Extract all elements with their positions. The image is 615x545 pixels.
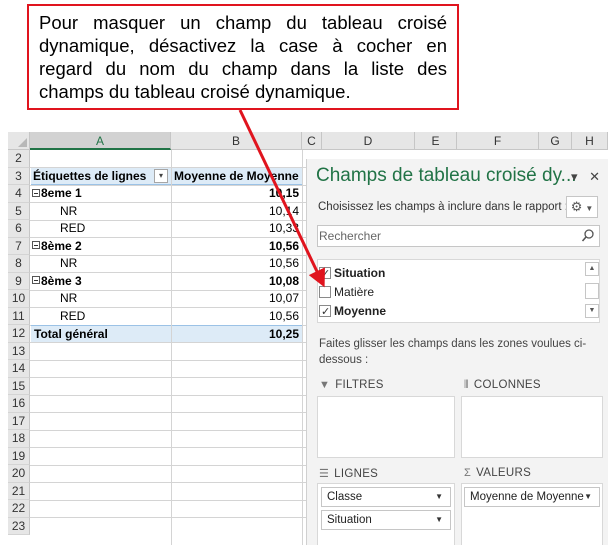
- panel-options-dropdown-icon[interactable]: ▾: [571, 169, 578, 184]
- zone-title-values: Σ VALEURS: [464, 467, 532, 479]
- field-label: Situation: [334, 266, 386, 280]
- search-icon[interactable]: [581, 228, 595, 244]
- scrollbar-thumb[interactable]: [585, 283, 599, 299]
- row-header[interactable]: 12: [8, 325, 30, 343]
- close-icon[interactable]: ✕: [589, 169, 600, 184]
- zone-title-rows: ☰ LIGNES: [319, 468, 379, 480]
- column-header-g[interactable]: G: [539, 132, 572, 150]
- pivot-value[interactable]: 10,07: [172, 290, 302, 308]
- panel-title: Champs de tableau croisé dy...: [316, 165, 577, 186]
- column-header-b[interactable]: B: [171, 132, 302, 150]
- pivot-field-list-panel: Champs de tableau croisé dy... ▾ ✕ Chois…: [306, 159, 608, 545]
- row-header[interactable]: 16: [8, 395, 30, 413]
- tools-gear-button[interactable]: ⚙ ▼: [566, 196, 598, 218]
- row-header[interactable]: 17: [8, 412, 30, 430]
- field-list: Situation Matière Moyenne ▲ ▼: [317, 259, 600, 323]
- pivot-item-row[interactable]: NR: [60, 290, 171, 308]
- row-field-situation[interactable]: Situation ▼: [321, 510, 451, 530]
- pivot-value[interactable]: 10,56: [172, 238, 302, 256]
- pivot-value[interactable]: 10,08: [172, 273, 302, 291]
- pivot-value[interactable]: 10,33: [172, 220, 302, 238]
- row-header[interactable]: 18: [8, 430, 30, 448]
- column-header-a[interactable]: A: [30, 132, 171, 150]
- instruction-callout: Pour masquer un champ du tableau croisé …: [27, 4, 459, 110]
- callout-text: Pour masquer un champ du tableau croisé …: [39, 12, 447, 102]
- rows-drop-zone[interactable]: Classe ▼ Situation ▼: [317, 483, 455, 545]
- pivot-value[interactable]: 10,56: [172, 255, 302, 273]
- field-label: Matière: [334, 285, 375, 299]
- zone-title-columns: ⫴ COLONNES: [464, 379, 541, 391]
- row-header[interactable]: 6: [8, 220, 30, 238]
- collapse-icon[interactable]: [32, 241, 40, 250]
- row-header[interactable]: 20: [8, 465, 30, 483]
- row-header[interactable]: 9: [8, 272, 30, 290]
- field-label: Moyenne: [334, 304, 387, 318]
- row-header[interactable]: 4: [8, 185, 30, 203]
- row-header[interactable]: 15: [8, 377, 30, 395]
- columns-drop-zone[interactable]: [461, 396, 603, 458]
- row-header[interactable]: 19: [8, 447, 30, 465]
- pivot-item-row[interactable]: RED: [60, 308, 171, 326]
- row-header[interactable]: 2: [8, 150, 30, 168]
- gear-icon: ⚙: [570, 199, 583, 214]
- pivot-value[interactable]: 10,56: [172, 308, 302, 326]
- row-header[interactable]: 11: [8, 307, 30, 325]
- filter-icon: ▼: [319, 379, 331, 391]
- values-drop-zone[interactable]: Moyenne de Moyenne ▼: [461, 483, 603, 545]
- pivot-item-row[interactable]: NR: [60, 255, 171, 273]
- chevron-down-icon[interactable]: ▼: [435, 511, 443, 529]
- row-header[interactable]: 10: [8, 290, 30, 308]
- pivot-group-row[interactable]: 8eme 1: [32, 185, 171, 203]
- pivot-grand-total-value[interactable]: 10,25: [172, 324, 302, 342]
- pivot-grand-total-label[interactable]: Total général: [31, 324, 171, 342]
- checkbox-moyenne[interactable]: [319, 303, 331, 321]
- sigma-icon: Σ: [464, 467, 472, 479]
- row-field-classe[interactable]: Classe ▼: [321, 487, 451, 507]
- column-header-e[interactable]: E: [415, 132, 457, 150]
- chevron-down-icon[interactable]: ▼: [435, 488, 443, 506]
- pivot-group-row[interactable]: 8ème 3: [32, 273, 171, 291]
- row-header[interactable]: 8: [8, 255, 30, 273]
- columns-icon: ⫴: [464, 379, 469, 391]
- row-header[interactable]: 7: [8, 237, 30, 255]
- row-header[interactable]: 5: [8, 202, 30, 220]
- search-placeholder: Rechercher: [319, 229, 382, 243]
- row-header[interactable]: 13: [8, 342, 30, 360]
- field-search-input[interactable]: Rechercher: [317, 225, 600, 247]
- value-field-moyenne-de-moyenne[interactable]: Moyenne de Moyenne ▼: [464, 487, 600, 507]
- checkbox-situation[interactable]: [319, 265, 331, 283]
- chevron-down-icon[interactable]: ▼: [584, 488, 592, 506]
- rows-icon: ☰: [319, 468, 330, 480]
- collapse-icon[interactable]: [32, 276, 40, 285]
- zone-title-filters: ▼ FILTRES: [319, 379, 384, 391]
- select-all-corner[interactable]: [8, 132, 30, 150]
- scroll-up-button[interactable]: ▲: [585, 262, 599, 276]
- column-header-h[interactable]: H: [572, 132, 608, 150]
- column-header-c[interactable]: C: [302, 132, 322, 150]
- row-labels-filter-button[interactable]: ▾: [154, 169, 168, 183]
- row-header[interactable]: 3: [8, 167, 30, 185]
- chevron-down-icon: ▼: [585, 204, 594, 213]
- column-header-d[interactable]: D: [322, 132, 415, 150]
- row-header[interactable]: 14: [8, 360, 30, 378]
- pivot-value[interactable]: 10,14: [172, 203, 302, 221]
- pivot-group-row[interactable]: 8ème 2: [32, 238, 171, 256]
- pivot-value[interactable]: 10,15: [172, 185, 302, 203]
- collapse-icon[interactable]: [32, 188, 40, 197]
- filters-drop-zone[interactable]: [317, 396, 455, 458]
- row-header[interactable]: 21: [8, 482, 30, 500]
- row-header[interactable]: 23: [8, 517, 30, 535]
- pivot-row-labels-header[interactable]: Étiquettes de lignes: [31, 167, 171, 185]
- drag-hint: Faites glisser les champs dans les zones…: [319, 338, 587, 366]
- checkbox-matiere[interactable]: [319, 286, 331, 298]
- pivot-item-row[interactable]: RED: [60, 220, 171, 238]
- panel-subtitle: Choisissez les champs à inclure dans le …: [318, 201, 568, 213]
- pivot-values-header[interactable]: Moyenne de Moyenne: [172, 167, 302, 185]
- pivot-item-row[interactable]: NR: [60, 203, 171, 221]
- column-header-f[interactable]: F: [457, 132, 539, 150]
- scroll-down-button[interactable]: ▼: [585, 304, 599, 318]
- row-header[interactable]: 22: [8, 500, 30, 518]
